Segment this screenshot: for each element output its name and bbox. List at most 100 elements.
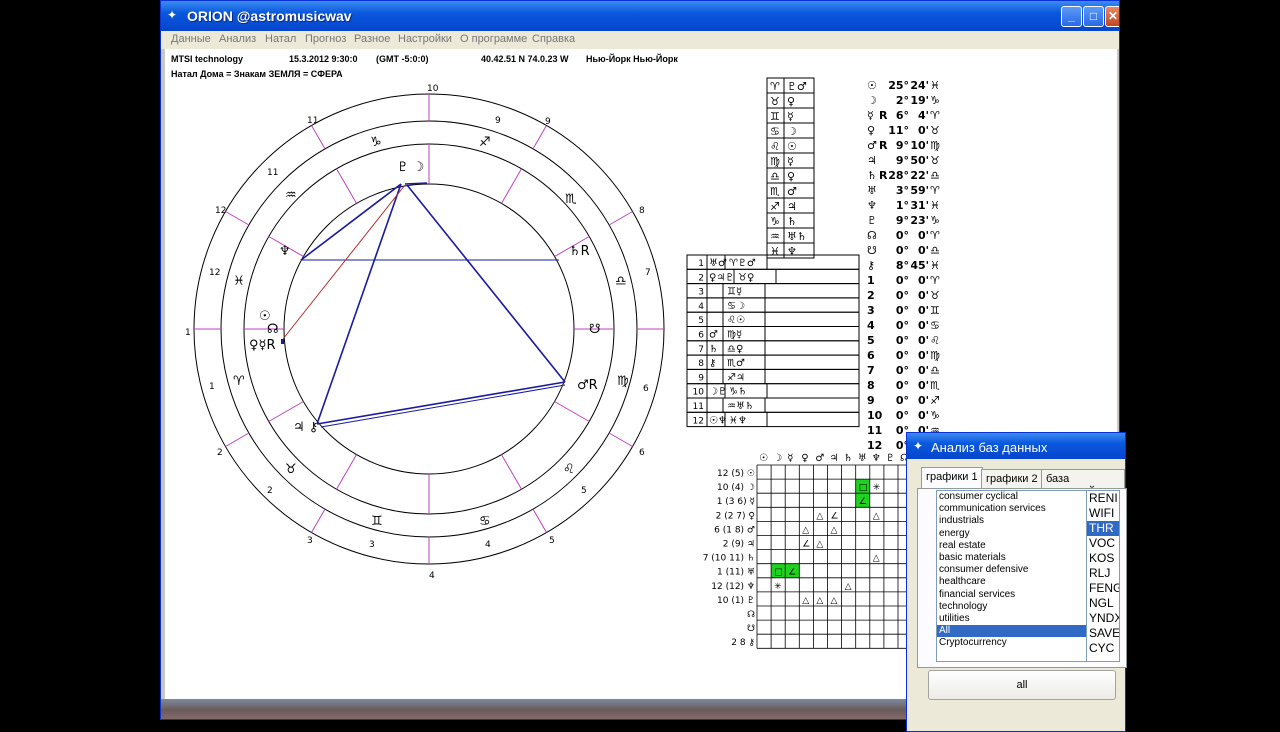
ticker-list-item[interactable]: CYC (1087, 641, 1119, 656)
sector-list-item[interactable]: real estate (937, 540, 1093, 552)
outer-house-number: 8 (639, 206, 645, 216)
rulers-sign: ♉ (770, 95, 780, 108)
sector-list-item[interactable]: energy (937, 528, 1093, 540)
position-glyph: 7 (867, 364, 875, 377)
position-degree: 1° (896, 199, 909, 212)
title-bar[interactable]: ✦ ORION @astromusicwav _ □ ✕ (161, 1, 1119, 31)
house-cusp-line (608, 432, 633, 447)
position-minute: 0' (918, 349, 929, 362)
venus-mercury-glyphs: ♀☿R (249, 338, 276, 353)
sector-list-item[interactable]: industrials (937, 515, 1093, 527)
tab-company-db[interactable]: база компаний (1041, 469, 1125, 497)
position-glyph: ♆ (867, 199, 877, 212)
house-sign-ruler: ♎♀ (727, 344, 743, 355)
sector-list-item[interactable]: Cryptocurrency (937, 637, 1093, 649)
sector-list-item[interactable]: communication services (937, 503, 1093, 515)
minimize-button[interactable]: _ (1061, 6, 1082, 27)
house-row (686, 311, 860, 328)
position-sign: ♎ (930, 364, 940, 377)
planet-glyphs: ♇ ☽ ♄R ♆ ☉ ☊ ♀☿R ☋ ♂R ♃ ⚷ (249, 160, 601, 435)
ticker-list-item[interactable]: NGL (1087, 596, 1119, 611)
aspect-row-label: 10 (1) ♇ (717, 596, 755, 606)
sector-list-item[interactable]: basic materials (937, 552, 1093, 564)
position-sign: ♑ (930, 409, 940, 422)
position-glyph: ☉ (867, 79, 877, 92)
house-row (686, 283, 860, 299)
ticker-list-item[interactable]: RENI (1087, 491, 1119, 506)
position-minute: 0' (918, 229, 929, 242)
sign-ring-number: 6 (643, 384, 649, 394)
outer-house-number: 5 (549, 536, 555, 546)
position-sign: ♍ (930, 139, 940, 152)
sector-list-item[interactable]: All (937, 625, 1093, 638)
house-number: 8 (698, 359, 704, 369)
position-degree: 11° (888, 124, 909, 137)
position-minute: 0' (918, 394, 929, 407)
ticker-list-item[interactable]: SAVE (1087, 626, 1119, 641)
outer-house-number: 9 (495, 116, 501, 126)
all-button[interactable]: all (928, 670, 1116, 700)
zodiac-sign-glyph: ♍ (617, 374, 629, 389)
houses-table: 1 ♅♂ ♈♇♂ 2 ♀♃♇ ♉♀ 3 ♊☿ 4 ♋☽ 5 ♌☉ 6 ♂ ♍☿ 7 ♄ ♎♀ 8 ⚷ ♏♂ 9 ♐♃ 10 ☽♇… (686, 254, 860, 428)
sun-marker (281, 339, 284, 344)
aspect-row-label: 2 8 ⚷ (731, 638, 755, 648)
ticker-list-item[interactable]: KOS (1087, 551, 1119, 566)
sector-list-item[interactable]: healthcare (937, 576, 1093, 588)
aspect-line (406, 184, 566, 383)
aspect-row-label: 7 (10 11) ♄ (703, 554, 755, 564)
aspect-row-label: 12 (12) ♆ (711, 582, 755, 592)
ticker-list-item[interactable]: THR (1087, 521, 1119, 536)
aspect-symbol: △ (845, 582, 852, 592)
planet-positions-list: ☉ 25° 24' ♓☽ 2° 19' ♑☿ R 6° 4' ♈♀ 11° 0' ♉♂ R 9° 10' ♍♃ 9°… (867, 79, 940, 452)
house-number: 12 (693, 416, 704, 426)
ticker-list-item[interactable]: WIFI (1087, 506, 1119, 521)
ticker-list-item[interactable]: RLJ (1087, 566, 1119, 581)
menu-natal[interactable]: Натал (265, 33, 296, 45)
position-minute: 59' (910, 184, 929, 197)
ticker-list-item[interactable]: FENG (1087, 581, 1119, 596)
aspect-lines (281, 182, 566, 428)
menu-about[interactable]: О программе (460, 33, 527, 45)
menu-settings[interactable]: Настройки (398, 33, 452, 45)
rulers-sign: ♍ (770, 155, 780, 168)
menu-data[interactable]: Данные (171, 33, 211, 45)
position-degree: 28° (888, 169, 909, 182)
menu-help[interactable]: Справка (532, 33, 575, 45)
position-minute: 0' (918, 124, 929, 137)
aspect-col-glyph: ♅ (858, 453, 867, 464)
tab-charts-1[interactable]: графики 1 (921, 467, 983, 489)
maximize-button[interactable]: □ (1083, 6, 1104, 27)
aspect-symbol: ✳ (873, 483, 881, 493)
close-button[interactable]: ✕ (1105, 6, 1119, 27)
dialog-title-bar[interactable]: ✦ Анализ баз данных (907, 433, 1125, 459)
rulers-sign: ♏ (770, 185, 780, 198)
position-glyph: 3 (867, 304, 875, 317)
house-cusp-line (268, 401, 304, 422)
ticker-list-item[interactable]: YNDX (1087, 611, 1119, 626)
ticker-list[interactable]: RENI WIFI THR VOC KOS RLJ FENG NGL YNDX SAVE CYC (1086, 490, 1120, 662)
sector-list-item[interactable]: consumer cyclical (937, 491, 1093, 503)
sector-list-item[interactable]: consumer defensive (937, 564, 1093, 576)
position-glyph: ⚷ (867, 259, 875, 272)
house-number: 3 (698, 288, 704, 298)
position-degree: 0° (896, 364, 909, 377)
menu-misc[interactable]: Разное (354, 33, 390, 45)
menu-forecast[interactable]: Прогноз (305, 33, 346, 45)
sector-list-item[interactable]: utilities (937, 613, 1093, 625)
house-cusp-line (532, 508, 547, 533)
house-row (686, 397, 860, 413)
position-minute: 0' (918, 379, 929, 392)
saturn-glyph: ♄R (569, 244, 590, 259)
tab-charts-2[interactable]: графики 2 (981, 469, 1043, 489)
position-sign: ♈ (930, 184, 940, 197)
rulers-planets: ♀ (787, 95, 795, 108)
rulers-planets: ♇♂ (787, 80, 807, 93)
house-sign-ruler: ♒♅♄ (727, 401, 754, 412)
sector-list[interactable]: consumer cyclical communication services i… (936, 490, 1094, 662)
menu-analysis[interactable]: Анализ (219, 33, 256, 45)
position-sign: ♈ (930, 229, 940, 242)
ticker-list-item[interactable]: VOC (1087, 536, 1119, 551)
rulers-planets: ♂ (787, 185, 797, 198)
sector-list-item[interactable]: technology (937, 601, 1093, 613)
sector-list-item[interactable]: financial services (937, 589, 1093, 601)
